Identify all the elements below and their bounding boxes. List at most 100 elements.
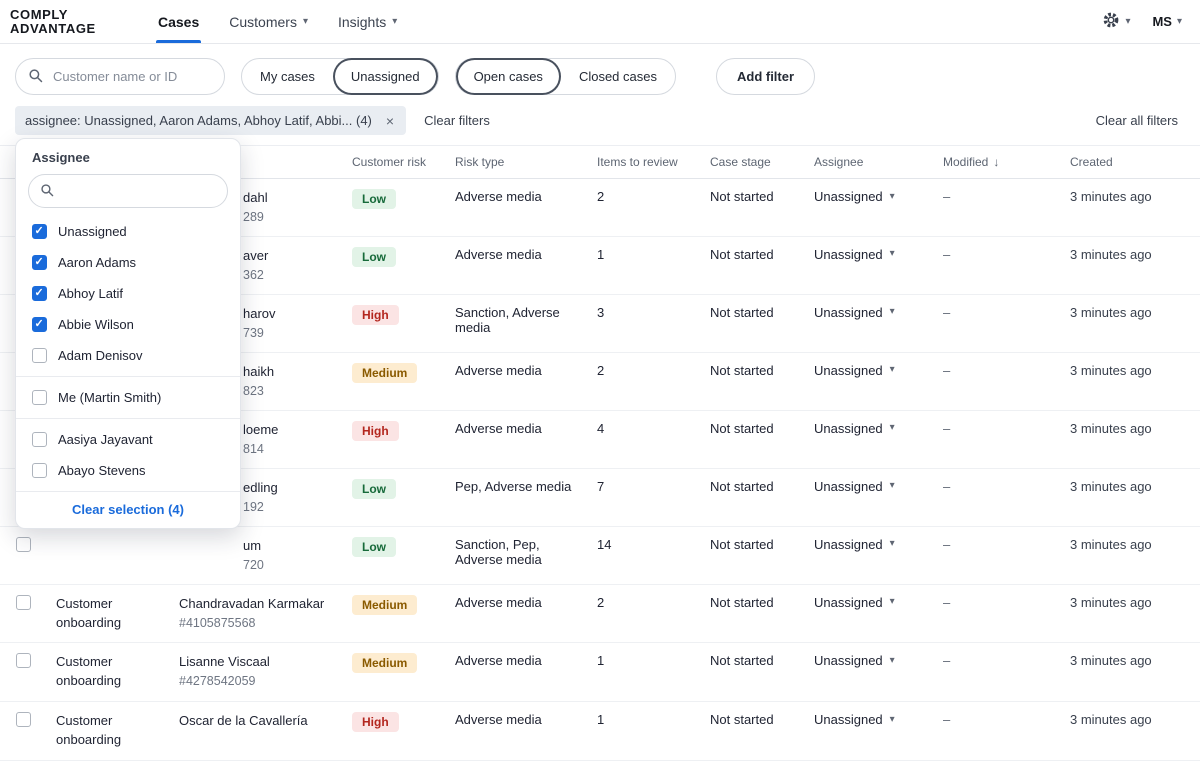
customer-id: #4105875568 [179, 614, 336, 632]
assignee-select[interactable]: Unassigned ▾ [814, 653, 895, 668]
clear-all-filters-button[interactable]: Clear all filters [1096, 113, 1178, 128]
assignee-select[interactable]: Unassigned ▾ [814, 247, 895, 262]
modified-value: – [935, 410, 1062, 468]
option-checkbox[interactable] [32, 390, 47, 405]
user-menu-button[interactable]: MS ▾ [1152, 14, 1182, 29]
assignment-filter-toggle: My cases Unassigned [241, 58, 439, 95]
chevron-down-icon: ▾ [1125, 17, 1130, 27]
option-checkbox[interactable] [32, 255, 47, 270]
customer-cell: um 720 [179, 537, 336, 574]
option-checkbox[interactable] [32, 463, 47, 478]
modified-value: – [935, 526, 1062, 584]
settings-menu-button[interactable]: ▾ [1102, 11, 1130, 32]
chevron-down-icon: ▾ [890, 656, 895, 666]
option-label: Aasiya Jayavant [58, 432, 153, 447]
col-customer-risk[interactable]: Customer risk [344, 146, 447, 179]
option-checkbox[interactable] [32, 224, 47, 239]
row-checkbox[interactable] [16, 595, 31, 610]
assignee-option[interactable]: Abhoy Latif [16, 278, 240, 309]
filter-open-cases-button[interactable]: Open cases [456, 58, 561, 95]
chip-close-icon[interactable]: × [384, 114, 396, 128]
option-checkbox[interactable] [32, 432, 47, 447]
customer-search[interactable] [15, 58, 225, 95]
option-checkbox[interactable] [32, 317, 47, 332]
assignee-search-input[interactable] [62, 183, 216, 200]
row-checkbox[interactable] [16, 537, 31, 552]
row-checkbox[interactable] [16, 712, 31, 727]
assignee-select[interactable]: Unassigned ▾ [814, 305, 895, 320]
chevron-down-icon: ▾ [890, 715, 895, 725]
table-row[interactable]: Customer onboarding Chandravadan Karmaka… [0, 584, 1200, 643]
assignee-value: Unassigned [814, 653, 883, 668]
assignee-value: Unassigned [814, 305, 883, 320]
assignee-filter-chip[interactable]: assignee: Unassigned, Aaron Adams, Abhoy… [15, 106, 406, 135]
assignee-select[interactable]: Unassigned ▾ [814, 712, 895, 727]
case-stage: Not started [702, 584, 806, 643]
assignee-option[interactable]: Aasiya Jayavant [16, 424, 240, 455]
option-checkbox[interactable] [32, 286, 47, 301]
table-row[interactable]: um 720 Low Sanction, Pep, Adverse media … [0, 526, 1200, 584]
add-filter-button[interactable]: Add filter [716, 58, 815, 95]
assignee-option[interactable]: Abayo Stevens [16, 455, 240, 486]
assignee-select[interactable]: Unassigned ▾ [814, 537, 895, 552]
search-input[interactable] [51, 68, 212, 85]
customer-id: #4278542059 [179, 672, 336, 690]
search-icon [28, 68, 43, 86]
col-risk-type[interactable]: Risk type [447, 146, 589, 179]
col-modified[interactable]: Modified↓ [935, 146, 1062, 179]
chevron-down-icon: ▾ [890, 249, 895, 259]
table-row[interactable]: Customer onboarding Oscar de la Cavaller… [0, 702, 1200, 761]
table-row[interactable]: Customer onboarding Lisanne Viscaal #427… [0, 643, 1200, 702]
chevron-down-icon: ▾ [890, 423, 895, 433]
filter-unassigned-button[interactable]: Unassigned [333, 58, 438, 95]
assignee-option[interactable]: Aaron Adams [16, 247, 240, 278]
case-stage: Not started [702, 702, 806, 761]
risk-type: Adverse media [447, 702, 589, 761]
assignee-option[interactable]: Unassigned [16, 216, 240, 247]
assignee-select[interactable]: Unassigned ▾ [814, 363, 895, 378]
customer-id: 720 [243, 556, 336, 574]
created-value: 3 minutes ago [1062, 584, 1200, 643]
assignee-select[interactable]: Unassigned ▾ [814, 189, 895, 204]
col-items-to-review[interactable]: Items to review [589, 146, 702, 179]
col-created[interactable]: Created [1062, 146, 1200, 179]
assignee-select[interactable]: Unassigned ▾ [814, 595, 895, 610]
assignee-search[interactable] [28, 174, 228, 208]
assignee-select[interactable]: Unassigned ▾ [814, 479, 895, 494]
case-name: Customer onboarding [56, 653, 163, 691]
clear-filters-button[interactable]: Clear filters [424, 113, 490, 128]
case-stage: Not started [702, 643, 806, 702]
assignee-option[interactable]: Adam Denisov [16, 340, 240, 371]
assignee-select[interactable]: Unassigned ▾ [814, 421, 895, 436]
row-checkbox[interactable] [16, 653, 31, 668]
customer-name: haikh [243, 363, 336, 382]
option-checkbox[interactable] [32, 348, 47, 363]
assignee-filter-panel: Assignee Unassigned Aaron Adams Abhoy La… [15, 138, 241, 529]
created-value: 3 minutes ago [1062, 643, 1200, 702]
tab-cases[interactable]: Cases [158, 0, 199, 43]
risk-badge: High [352, 421, 399, 441]
col-assignee[interactable]: Assignee [806, 146, 935, 179]
user-initials: MS [1152, 14, 1172, 29]
modified-value: – [935, 468, 1062, 526]
assignee-option[interactable]: Abbie Wilson [16, 309, 240, 340]
logo-line2: ADVANTAGE [10, 22, 140, 36]
risk-type: Adverse media [447, 352, 589, 410]
filter-my-cases-button[interactable]: My cases [242, 58, 333, 95]
col-case-stage[interactable]: Case stage [702, 146, 806, 179]
chevron-down-icon: ▾ [890, 597, 895, 607]
created-value: 3 minutes ago [1062, 294, 1200, 352]
tab-customers[interactable]: Customers ▾ [229, 0, 308, 43]
search-icon [40, 183, 54, 200]
customer-id: 739 [243, 324, 336, 342]
clear-selection-button[interactable]: Clear selection (4) [66, 501, 190, 518]
tab-insights[interactable]: Insights ▾ [338, 0, 397, 43]
chip-label: assignee: Unassigned, Aaron Adams, Abhoy… [25, 113, 372, 128]
filter-closed-cases-button[interactable]: Closed cases [561, 58, 675, 95]
assignee-option[interactable]: Me (Martin Smith) [16, 382, 240, 413]
assignee-value: Unassigned [814, 595, 883, 610]
customer-id: 362 [243, 266, 336, 284]
case-name: Customer onboarding [56, 712, 163, 750]
case-state-toggle: Open cases Closed cases [455, 58, 676, 95]
risk-type: Adverse media [447, 584, 589, 643]
